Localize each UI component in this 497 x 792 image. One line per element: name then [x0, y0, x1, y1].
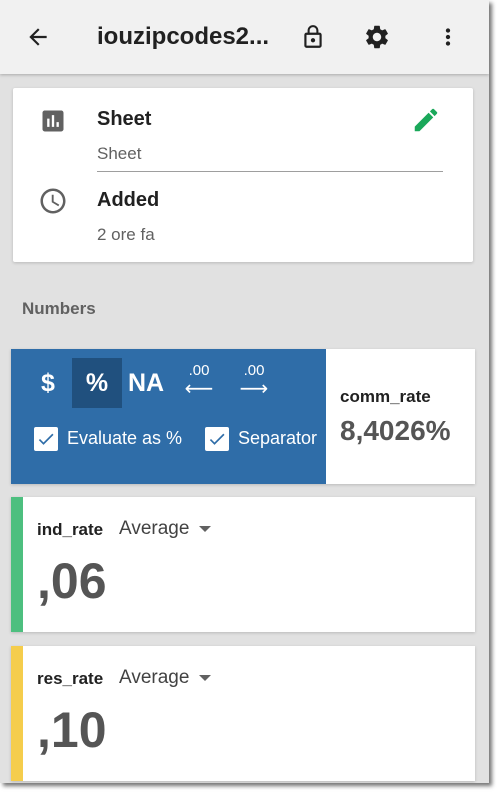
sheet-input-underline [97, 171, 443, 172]
currency-format-button[interactable]: $ [35, 358, 61, 408]
res-rate-aggregate-label: Average [119, 667, 190, 688]
sheet-label: Sheet [97, 108, 152, 130]
increase-decimals-label: .00 [243, 362, 265, 379]
added-label: Added [97, 189, 160, 211]
evaluate-percent-checkbox[interactable] [34, 427, 58, 451]
top-app-bar: iouzipcodes2... [0, 0, 489, 74]
lock-icon[interactable] [298, 22, 328, 52]
res-rate-aggregate-dropdown[interactable]: Average [119, 667, 212, 689]
more-vert-icon[interactable] [433, 22, 463, 52]
clock-icon [38, 186, 68, 221]
caret-down-icon [199, 526, 212, 532]
decrease-decimals-label: .00 [188, 362, 210, 379]
percent-format-button[interactable]: % [72, 358, 122, 408]
added-value: 2 ore fa [97, 225, 155, 244]
check-icon [38, 433, 54, 445]
decrease-decimals-button[interactable]: .00 ⟵ [179, 363, 219, 403]
ind-rate-color-stripe [11, 497, 23, 632]
format-options-panel: $ % NA .00 ⟵ .00 ⟶ Evaluate as % Separat… [11, 349, 326, 484]
increase-decimals-button[interactable]: .00 ⟶ [234, 363, 274, 403]
back-arrow-icon[interactable] [23, 22, 53, 52]
settings-gear-icon[interactable] [362, 22, 392, 52]
na-format-button[interactable]: NA [125, 358, 167, 408]
arrow-left-icon: ⟵ [184, 378, 214, 400]
res-rate-card: res_rate Average ,10 [11, 646, 475, 781]
app-frame: iouzipcodes2... Sheet Sheet Added 2 ore … [0, 0, 489, 783]
edit-pencil-icon[interactable] [411, 105, 441, 140]
ind-rate-value: ,06 [37, 553, 107, 609]
res-rate-color-stripe [11, 646, 23, 781]
sheet-info-card: Sheet Sheet Added 2 ore fa [13, 88, 473, 262]
page-title: iouzipcodes2... [97, 23, 270, 50]
separator-checkbox[interactable] [205, 427, 229, 451]
ind-rate-card: ind_rate Average ,06 [11, 497, 475, 632]
section-title-numbers: Numbers [22, 299, 96, 318]
res-rate-name: res_rate [37, 669, 104, 688]
ind-rate-name: ind_rate [37, 520, 104, 539]
separator-label: Separator [238, 428, 318, 448]
sheet-value[interactable]: Sheet [97, 144, 141, 164]
ind-rate-aggregate-dropdown[interactable]: Average [119, 518, 212, 540]
bar-chart-icon [39, 107, 67, 140]
res-rate-value: ,10 [37, 702, 107, 758]
comm-rate-name: comm_rate [340, 387, 431, 406]
check-icon [209, 433, 225, 445]
caret-down-icon [199, 675, 212, 681]
comm-rate-value: 8,4026% [340, 415, 451, 446]
number-format-card: $ % NA .00 ⟵ .00 ⟶ Evaluate as % Separat… [11, 349, 475, 484]
evaluate-percent-label: Evaluate as % [67, 428, 183, 448]
ind-rate-aggregate-label: Average [119, 518, 190, 539]
arrow-right-icon: ⟶ [239, 378, 269, 400]
